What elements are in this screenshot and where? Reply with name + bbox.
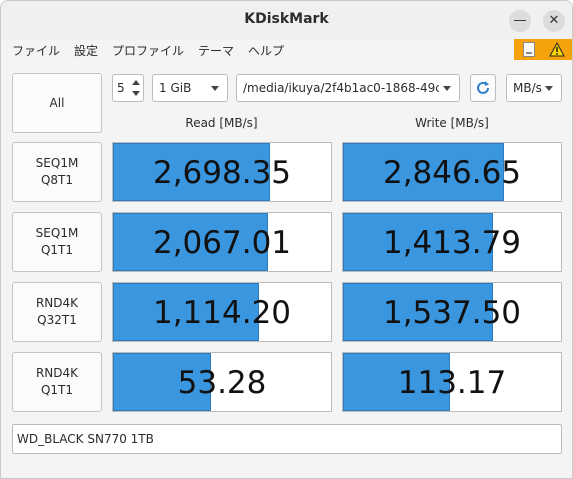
menu-settings[interactable]: 設定 [74, 42, 98, 59]
target-path-select[interactable]: /media/ikuya/2f4b1ac0-1868-49c2- [236, 74, 460, 102]
file-size-select[interactable]: 1 GiB [152, 74, 228, 102]
read-result-meter: 53.28 [112, 352, 332, 412]
menu-bar: ファイル 設定 プロファイル テーマ ヘルプ [1, 39, 572, 61]
read-result-meter: 2,067.01 [112, 212, 332, 272]
close-button[interactable]: ✕ [543, 10, 565, 32]
write-result-meter: 113.17 [342, 352, 562, 412]
run-all-button[interactable]: All [12, 73, 102, 133]
test-name: SEQ1M [35, 226, 79, 240]
comment-field[interactable]: WD_BLACK SN770 1TB [12, 424, 562, 454]
test-button-rnd4k-q32t1[interactable]: RND4K Q32T1 [12, 282, 102, 342]
test-name: RND4K [35, 296, 79, 310]
disk-icon [523, 42, 535, 57]
write-result-value: 2,846.65 [382, 155, 522, 191]
window-title: KDiskMark [244, 11, 329, 27]
runs-value: 5 [117, 81, 125, 95]
read-column-header: Read [MB/s] [185, 116, 258, 130]
read-result-meter: 2,698.35 [112, 142, 332, 202]
test-name: SEQ1M [35, 156, 79, 170]
write-result-value: 1,537.50 [382, 295, 522, 331]
unit-value: MB/s [513, 81, 542, 95]
kdiskmark-window: KDiskMark — ✕ ファイル 設定 プロファイル テーマ ヘルプ All… [0, 0, 573, 479]
minimize-button[interactable]: — [509, 10, 531, 32]
menu-help[interactable]: ヘルプ [248, 42, 284, 59]
comment-text: WD_BLACK SN770 1TB [17, 432, 154, 446]
test-button-seq1m-q1t1[interactable]: SEQ1M Q1T1 [12, 212, 102, 272]
refresh-icon [477, 81, 489, 94]
menu-theme[interactable]: テーマ [198, 42, 234, 59]
write-result-meter: 2,846.65 [342, 142, 562, 202]
chevron-down-icon [443, 86, 451, 91]
chevron-down-icon [545, 86, 553, 91]
title-bar: KDiskMark — ✕ [1, 1, 572, 39]
write-result-meter: 1,537.50 [342, 282, 562, 342]
target-path-value: /media/ikuya/2f4b1ac0-1868-49c2- [243, 81, 439, 95]
test-button-rnd4k-q1t1[interactable]: RND4K Q1T1 [12, 352, 102, 412]
read-result-value: 1,114.20 [152, 295, 292, 331]
read-result-value: 2,698.35 [152, 155, 292, 191]
read-result-meter: 1,114.20 [112, 282, 332, 342]
menu-profile[interactable]: プロファイル [112, 42, 184, 59]
test-name: RND4K [35, 366, 79, 380]
test-params: Q32T1 [37, 313, 77, 327]
read-result-value: 53.28 [177, 365, 267, 401]
unit-select[interactable]: MB/s [506, 74, 562, 102]
test-params: Q1T1 [40, 243, 74, 257]
write-result-value: 113.17 [397, 365, 507, 401]
chevron-down-icon [211, 86, 219, 91]
warning-icon [549, 42, 565, 57]
refresh-button[interactable] [470, 74, 496, 102]
decrement-icon[interactable] [129, 88, 143, 101]
close-icon: ✕ [548, 13, 560, 28]
test-params: Q8T1 [40, 173, 74, 187]
runs-spinbox[interactable]: 5 [112, 74, 144, 102]
write-column-header: Write [MB/s] [415, 116, 489, 130]
file-size-value: 1 GiB [159, 81, 192, 95]
test-params: Q1T1 [40, 383, 74, 397]
menu-file[interactable]: ファイル [12, 42, 60, 59]
read-result-value: 2,067.01 [152, 225, 292, 261]
test-button-seq1m-q8t1[interactable]: SEQ1M Q8T1 [12, 142, 102, 202]
write-result-meter: 1,413.79 [342, 212, 562, 272]
write-result-value: 1,413.79 [382, 225, 522, 261]
minimize-icon: — [513, 13, 527, 28]
